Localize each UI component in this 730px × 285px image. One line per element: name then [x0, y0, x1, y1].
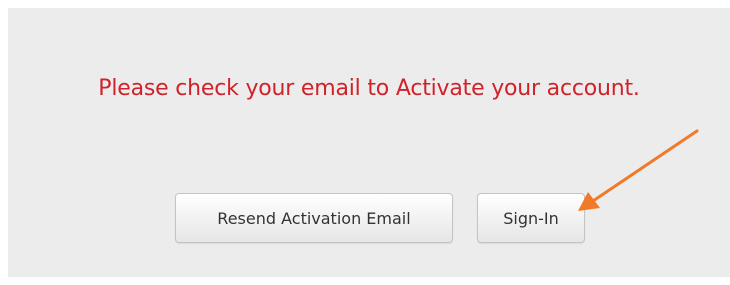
activation-message: Please check your email to Activate your… [98, 76, 640, 101]
resend-activation-email-button[interactable]: Resend Activation Email [175, 193, 453, 243]
activation-panel: Please check your email to Activate your… [8, 8, 730, 277]
signin-button[interactable]: Sign-In [477, 193, 585, 243]
